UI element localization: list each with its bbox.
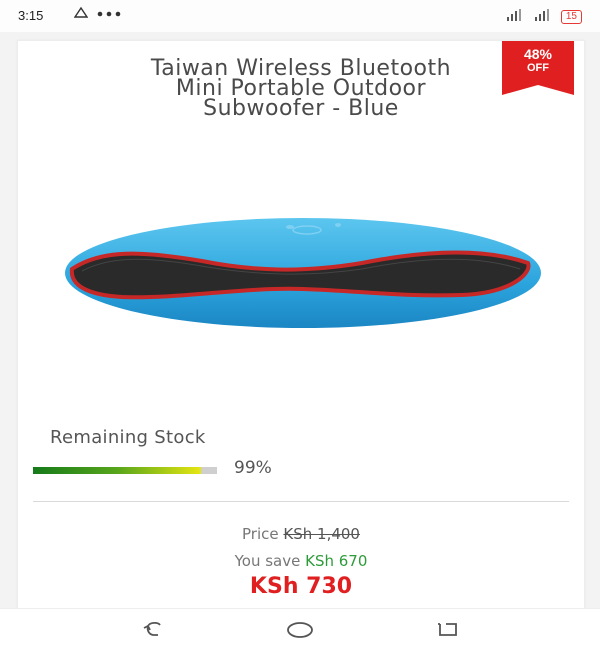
product-card[interactable]: Taiwan Wireless Bluetooth Mini Portable … bbox=[17, 40, 585, 610]
back-icon[interactable] bbox=[138, 619, 168, 641]
discount-badge: 48% OFF bbox=[502, 41, 574, 95]
more-dots-icon bbox=[96, 7, 122, 22]
signal-icon bbox=[533, 8, 555, 25]
system-nav-bar bbox=[0, 608, 600, 651]
status-right-icons: 15 bbox=[505, 8, 582, 25]
divider bbox=[33, 501, 569, 502]
signal-icon bbox=[505, 8, 527, 25]
status-bar: 3:15 15 bbox=[0, 0, 600, 32]
current-price: KSh 730 bbox=[249, 574, 353, 599]
status-left-icons bbox=[73, 6, 122, 22]
stock-percent: 99% bbox=[234, 458, 272, 478]
stock-progress-fill bbox=[33, 467, 201, 474]
battery-icon: 15 bbox=[560, 9, 582, 24]
notification-icon bbox=[73, 6, 89, 22]
status-time: 3:15 bbox=[18, 8, 44, 23]
recents-icon[interactable] bbox=[432, 619, 462, 641]
discount-off-label: OFF bbox=[527, 62, 549, 74]
price-row: Price KSh 1,400 bbox=[18, 525, 584, 543]
save-label: You save bbox=[234, 552, 301, 570]
save-amount: KSh 670 bbox=[305, 552, 368, 570]
home-icon[interactable] bbox=[285, 619, 315, 641]
stock-progress-bar bbox=[33, 467, 217, 474]
price-label: Price bbox=[242, 525, 279, 543]
product-title: Taiwan Wireless Bluetooth Mini Portable … bbox=[150, 56, 452, 121]
discount-percent: 48% bbox=[523, 46, 553, 62]
remaining-stock-label: Remaining Stock bbox=[50, 427, 206, 448]
save-row: You save KSh 670 bbox=[18, 552, 584, 570]
page: Taiwan Wireless Bluetooth Mini Portable … bbox=[0, 32, 600, 610]
product-image[interactable] bbox=[62, 211, 544, 331]
speaker-image bbox=[65, 218, 541, 328]
old-price: KSh 1,400 bbox=[283, 525, 360, 543]
